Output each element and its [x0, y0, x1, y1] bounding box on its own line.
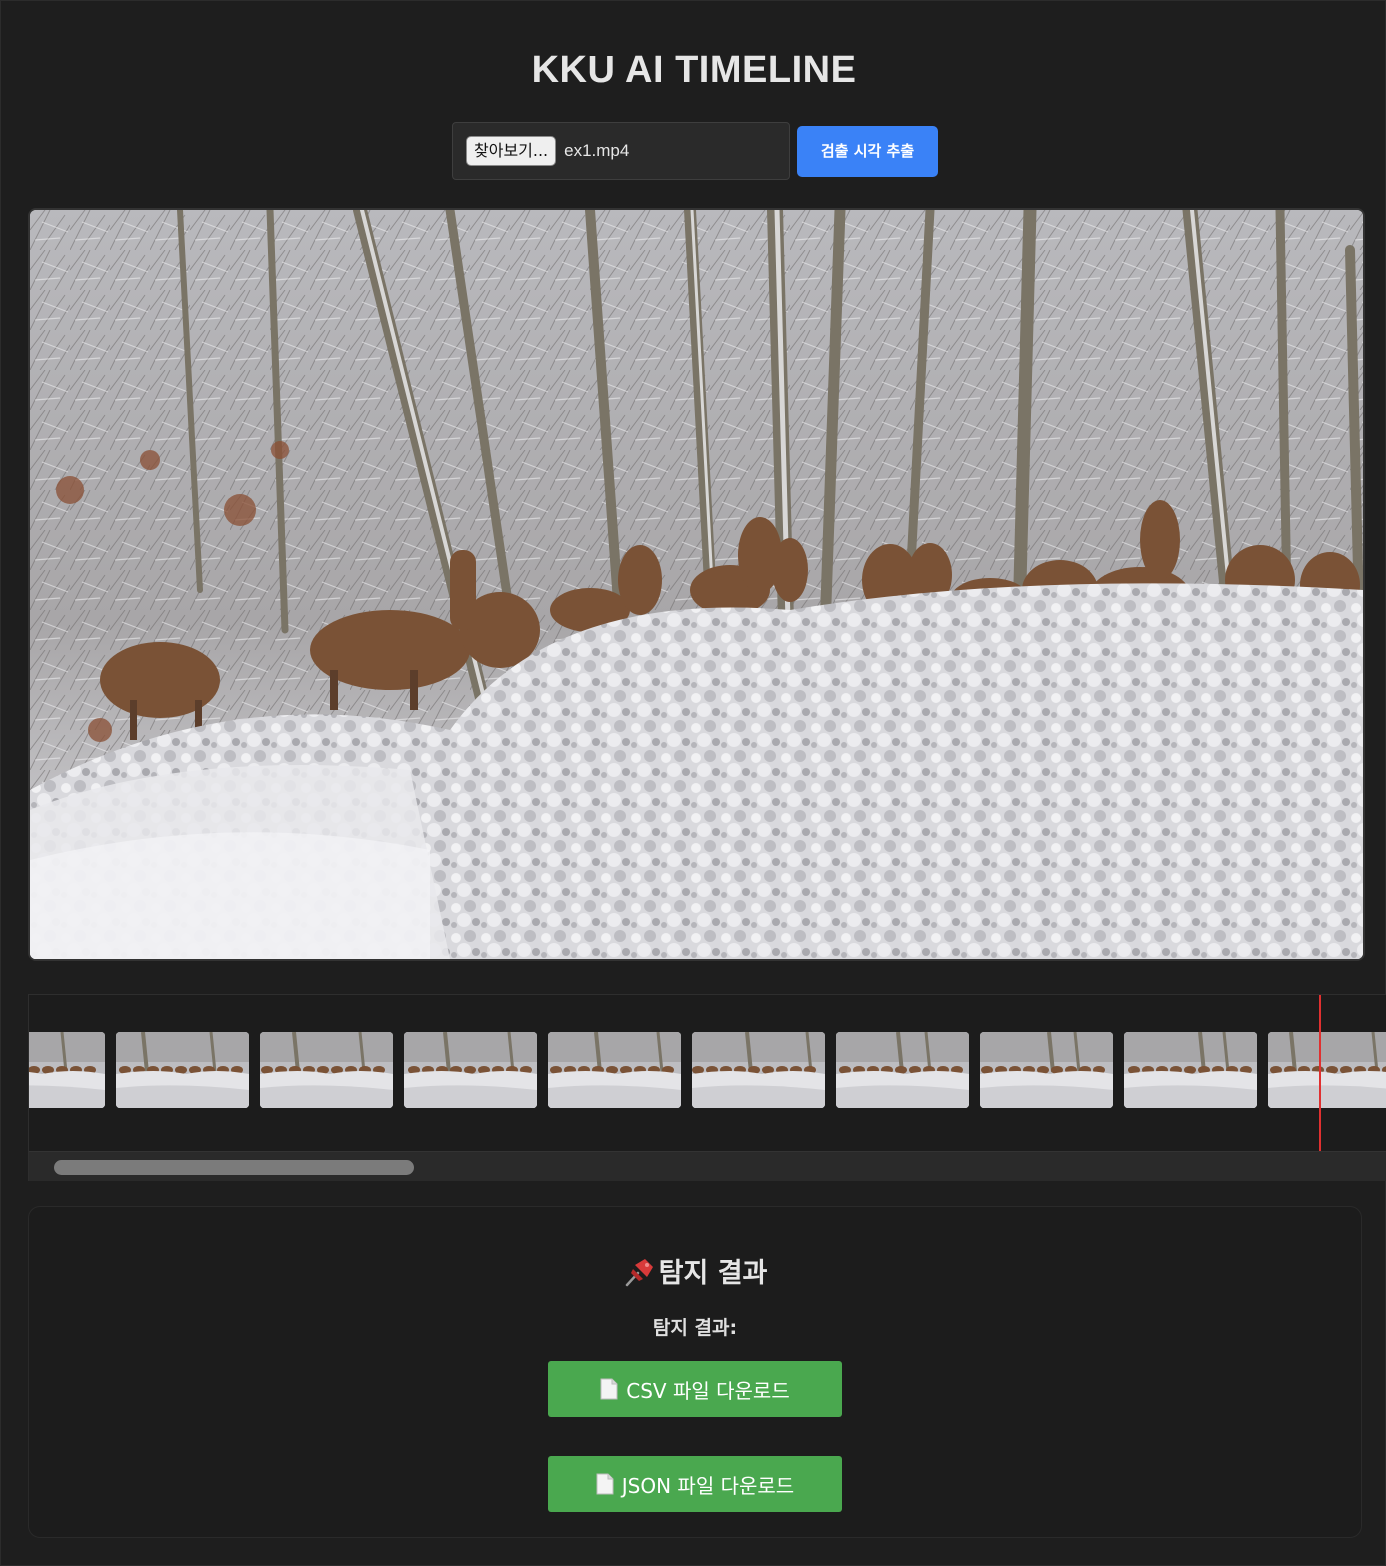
thumbnail-frame — [1268, 1032, 1386, 1108]
thumbnail-frame — [1124, 1032, 1257, 1108]
timeline-thumbnail[interactable] — [116, 1032, 249, 1108]
timeline-thumbnail[interactable] — [29, 1032, 105, 1108]
timeline-thumbnail[interactable] — [692, 1032, 825, 1108]
results-title-text: 탐지 결과 — [658, 1258, 768, 1289]
video-frame — [30, 210, 1363, 959]
thumbnail-frame — [260, 1032, 393, 1108]
timeline-thumbnail[interactable] — [1124, 1032, 1257, 1108]
thumbnail-frame — [116, 1032, 249, 1108]
timeline-thumbnail[interactable] — [548, 1032, 681, 1108]
csv-download-label: CSV 파일 다운로드 — [626, 1378, 790, 1403]
timeline-scrollbar-thumb[interactable] — [54, 1160, 414, 1175]
browse-button[interactable]: 찾아보기... — [466, 136, 557, 166]
results-heading: 탐지 결과 — [29, 1251, 1361, 1290]
timeline-playhead[interactable] — [1319, 995, 1321, 1151]
document-icon — [596, 1473, 614, 1495]
page-title: KKU AI TIMELINE — [531, 49, 857, 91]
results-label: 탐지 결과: — [652, 1317, 738, 1339]
frame-timeline[interactable] — [28, 994, 1386, 1181]
timeline-scrollbar[interactable] — [29, 1151, 1386, 1181]
app-page: KKU AI TIMELINE 찾아보기... ex1.mp4 검출 시각 추출 — [0, 0, 1386, 1566]
thumbnail-frame — [980, 1032, 1113, 1108]
results-panel: 탐지 결과 탐지 결과: CSV 파일 다운로드 JSON 파일 다운로드 — [28, 1206, 1362, 1538]
video-player[interactable] — [28, 208, 1365, 961]
selected-file-name: ex1.mp4 — [564, 141, 630, 160]
timeline-thumbnail[interactable] — [836, 1032, 969, 1108]
json-download-label: JSON 파일 다운로드 — [621, 1473, 795, 1498]
timeline-thumbnail[interactable] — [260, 1032, 393, 1108]
json-download-button[interactable]: JSON 파일 다운로드 — [548, 1456, 842, 1512]
file-input[interactable]: 찾아보기... ex1.mp4 — [452, 122, 790, 180]
pushpin-icon — [625, 1259, 653, 1287]
timeline-thumbnail[interactable] — [980, 1032, 1113, 1108]
thumbnail-frame — [29, 1032, 105, 1108]
thumbnail-frame — [404, 1032, 537, 1108]
thumbnail-frame — [836, 1032, 969, 1108]
csv-download-button[interactable]: CSV 파일 다운로드 — [548, 1361, 842, 1417]
document-icon — [600, 1378, 618, 1400]
timeline-thumbnail[interactable] — [1268, 1032, 1386, 1108]
thumbnail-frame — [692, 1032, 825, 1108]
thumbnail-frame — [548, 1032, 681, 1108]
timeline-thumbnail[interactable] — [404, 1032, 537, 1108]
extract-detection-times-button[interactable]: 검출 시각 추출 — [797, 126, 938, 177]
thumbnail-strip — [29, 1032, 1386, 1108]
